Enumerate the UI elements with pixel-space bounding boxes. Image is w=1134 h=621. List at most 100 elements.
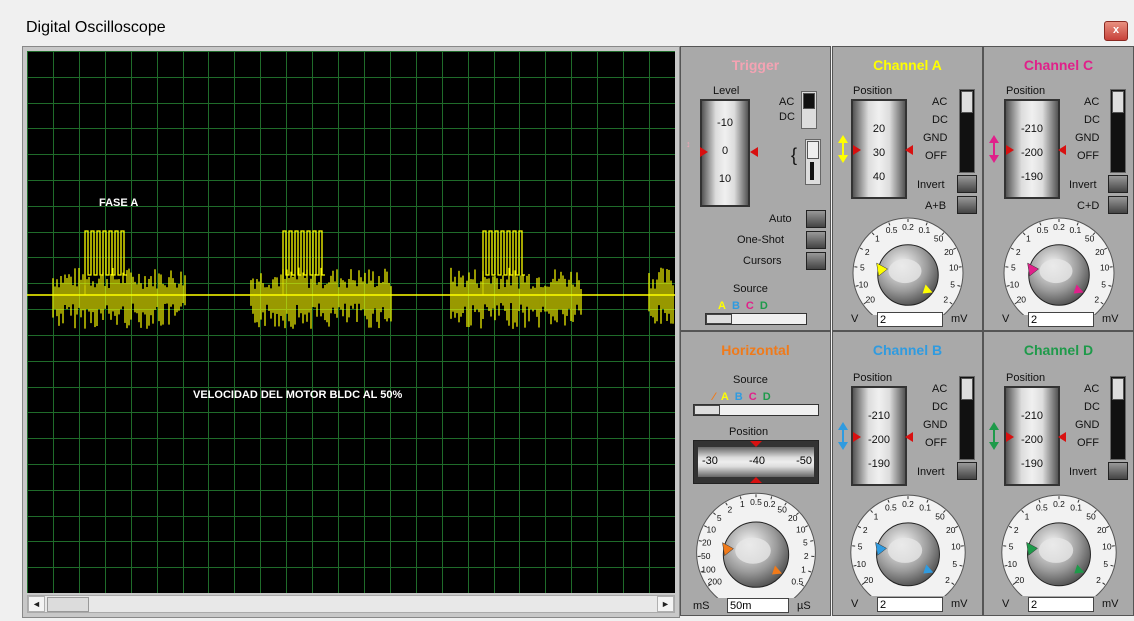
- channel-d-invert-label: Invert: [1069, 466, 1097, 478]
- horizontal-position-marker: [750, 441, 762, 483]
- channel-d-panel: Channel D Position -210 -200 -190 AC DC …: [983, 331, 1134, 616]
- channel-c-invert-label: Invert: [1069, 179, 1097, 191]
- channel-c-coupling-slider[interactable]: [1110, 89, 1126, 173]
- phase-label: FASE A: [99, 197, 139, 209]
- level-label: Level: [713, 85, 740, 97]
- svg-text:20: 20: [1015, 575, 1025, 585]
- horizontal-timebase-field[interactable]: 50m: [727, 598, 789, 613]
- channel-d-invert-button[interactable]: [1108, 462, 1128, 480]
- horizontal-source-letters: ⁄ A B C D: [713, 391, 771, 403]
- svg-text:20: 20: [1017, 294, 1027, 304]
- channel-a-gnd: GND: [923, 132, 948, 144]
- channel-b-position-label: Position: [853, 372, 893, 384]
- svg-text:1: 1: [875, 234, 880, 244]
- svg-text:2: 2: [727, 505, 732, 515]
- svg-text:20: 20: [1095, 247, 1105, 257]
- svg-text:1: 1: [801, 564, 806, 574]
- channel-a-panel: Channel A Position 20 30 40 AC DC GND OF…: [832, 46, 983, 331]
- svg-text:20: 20: [944, 247, 954, 257]
- channel-c-panel: Channel C Position -210 -200 -190 AC DC …: [983, 46, 1134, 331]
- svg-text:2: 2: [943, 294, 948, 304]
- trigger-source-letters: ABCD: [718, 300, 768, 312]
- channel-a-volts-field[interactable]: 2: [877, 312, 943, 327]
- channel-b-volts-dial[interactable]: 20 10 5 2 1 0.5 0.2 0.1 50 20 10 5 2: [837, 492, 979, 611]
- title-bar: Digital Oscilloscope x: [12, 10, 1134, 42]
- trigger-source-slider[interactable]: [705, 313, 807, 325]
- svg-text:↕: ↕: [686, 139, 691, 149]
- channel-d-volts-field[interactable]: 2: [1028, 597, 1094, 612]
- trigger-level-markers: ↕: [686, 139, 758, 157]
- scroll-thumb[interactable]: [47, 597, 89, 612]
- channel-c-volts-dial[interactable]: 20 10 5 2 1 0.5 0.2 0.1 50 20 10 5 2: [988, 215, 1130, 329]
- horizontal-source-slider[interactable]: [693, 404, 819, 416]
- motor-speed-label: VELOCIDAD DEL MOTOR BLDC AL 50%: [193, 389, 403, 401]
- svg-text:5: 5: [717, 513, 722, 523]
- channel-a-volts-dial[interactable]: 20 10 5 2 1 0.5 0.2 0.1 50 20 10 5 2: [837, 215, 979, 329]
- horizontal-unit-right: µS: [797, 600, 811, 612]
- channel-b-unit-right: mV: [951, 598, 968, 610]
- svg-text:2: 2: [1016, 247, 1021, 257]
- svg-text:20: 20: [866, 294, 876, 304]
- auto-button[interactable]: [806, 210, 826, 228]
- svg-text:20: 20: [946, 525, 956, 535]
- svg-text:50: 50: [1086, 511, 1096, 521]
- close-button[interactable]: x: [1104, 21, 1128, 41]
- cursors-button[interactable]: [806, 252, 826, 270]
- svg-text:1: 1: [874, 511, 879, 521]
- channel-b-ac: AC: [932, 383, 948, 395]
- channel-d-volts-dial[interactable]: 20 10 5 2 1 0.5 0.2 0.1 50 20 10 5 2: [988, 492, 1130, 611]
- channel-b-invert-label: Invert: [917, 466, 945, 478]
- svg-text:2: 2: [865, 247, 870, 257]
- horizontal-timebase-dial[interactable]: 200 100 50 20 10 5 2 1 0.5 0.2 50 20 10 5 2 1 0.5: [685, 490, 827, 613]
- trigger-panel: Trigger Level -10 0 10 ↕ AC DC { Auto On…: [680, 46, 831, 331]
- channel-b-title: Channel B: [872, 342, 943, 358]
- channel-c-gnd: GND: [1075, 132, 1100, 144]
- trigger-coupling-switch[interactable]: [801, 91, 817, 129]
- trigger-edge-switch[interactable]: [805, 139, 821, 185]
- channel-d-off: OFF: [1077, 437, 1099, 449]
- channel-b-volts-field[interactable]: 2: [877, 597, 943, 612]
- svg-text:10: 10: [949, 263, 959, 273]
- horizontal-source-label: Source: [733, 374, 768, 386]
- channel-c-invert-button[interactable]: [1108, 175, 1128, 193]
- channel-a-coupling-slider[interactable]: [959, 89, 975, 173]
- svg-text:1: 1: [1025, 511, 1030, 521]
- svg-text:0.2: 0.2: [1053, 499, 1065, 509]
- channel-b-unit-left: V: [851, 598, 859, 610]
- channel-a-unit-right: mV: [951, 313, 968, 325]
- svg-text:2: 2: [804, 551, 809, 561]
- svg-text:2: 2: [1014, 525, 1019, 535]
- channel-b-dc: DC: [932, 401, 948, 413]
- channel-a-invert-button[interactable]: [957, 175, 977, 193]
- channel-c-volts-field[interactable]: 2: [1028, 312, 1094, 327]
- channel-a-combine-button[interactable]: [957, 196, 977, 214]
- horizontal-panel: Horizontal Source ⁄ A B C D Position -30 -40-…: [680, 331, 831, 616]
- horizontal-position-tape[interactable]: -30 -40 -50: [693, 440, 819, 484]
- auto-label: Auto: [769, 213, 792, 225]
- oneshot-button[interactable]: [806, 231, 826, 249]
- svg-text:20: 20: [864, 575, 874, 585]
- horizontal-scrollbar[interactable]: ◄ ►: [27, 595, 675, 613]
- horizontal-unit-left: mS: [693, 600, 710, 612]
- svg-text:2: 2: [1094, 294, 1099, 304]
- channel-b-coupling-slider[interactable]: [959, 376, 975, 460]
- scroll-right-button[interactable]: ►: [657, 596, 674, 612]
- window-title: Digital Oscilloscope: [26, 19, 166, 36]
- channel-a-invert-label: Invert: [917, 179, 945, 191]
- channel-c-title: Channel C: [1023, 57, 1094, 73]
- channel-c-combine-button[interactable]: [1108, 196, 1128, 214]
- scroll-left-button[interactable]: ◄: [28, 596, 45, 612]
- channel-b-invert-button[interactable]: [957, 462, 977, 480]
- svg-text:10: 10: [859, 279, 869, 289]
- channel-d-coupling-slider[interactable]: [1110, 376, 1126, 460]
- trigger-title: Trigger: [731, 57, 780, 73]
- svg-text:5: 5: [858, 542, 863, 552]
- svg-text:0.5: 0.5: [885, 502, 897, 512]
- svg-text:10: 10: [707, 524, 717, 534]
- channel-d-unit-right: mV: [1102, 598, 1119, 610]
- svg-text:50: 50: [777, 505, 787, 515]
- svg-text:5: 5: [1009, 542, 1014, 552]
- channel-a-position-label: Position: [853, 85, 893, 97]
- svg-text:5: 5: [952, 559, 957, 569]
- svg-text:5: 5: [860, 263, 865, 273]
